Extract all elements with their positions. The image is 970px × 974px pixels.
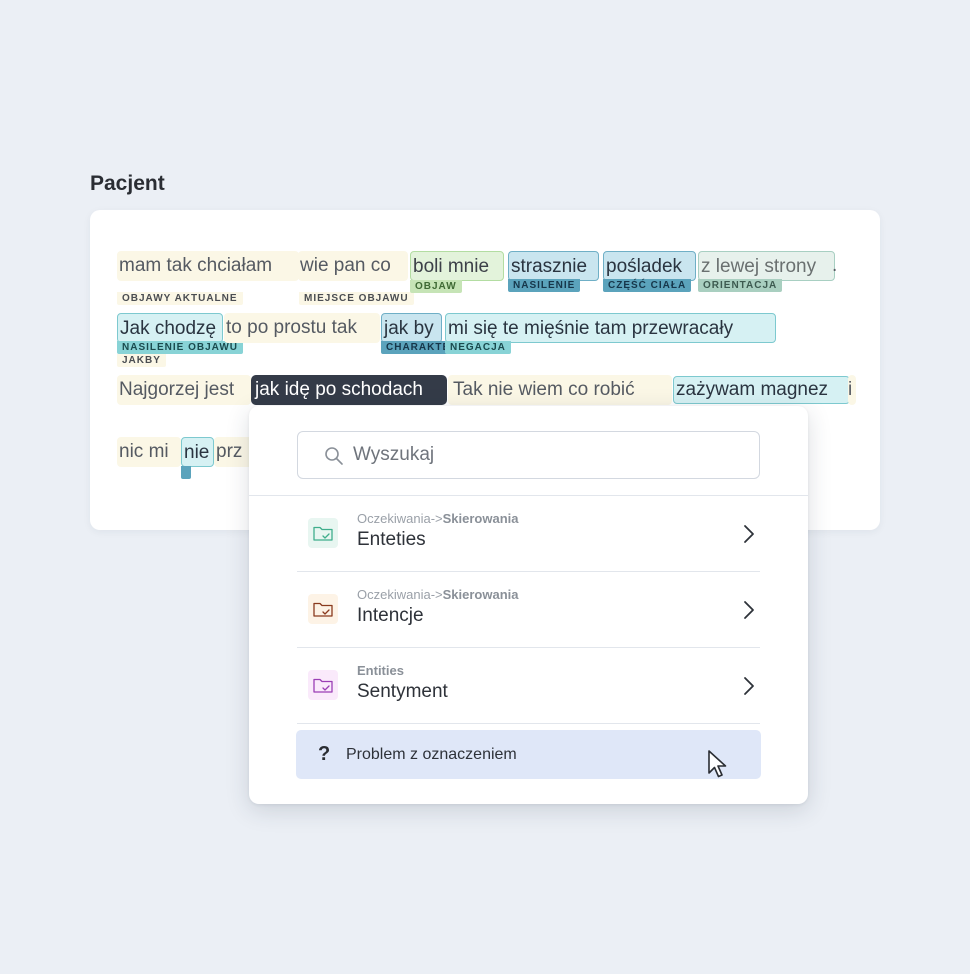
token-jak-by[interactable]: jak by: [381, 313, 442, 343]
token-nie[interactable]: nie: [181, 437, 214, 467]
folder-check-icon: [308, 594, 338, 624]
token-z-lewej-strony[interactable]: z lewej strony: [698, 251, 835, 281]
label-nasilenie-objawu: JAKBY: [117, 354, 166, 367]
item-name: Enteties: [357, 529, 426, 550]
label-objawy-aktualne: OBJAWY AKTUALNE: [117, 292, 243, 305]
token-mi-sie-te-miesnie[interactable]: mi się te mięśnie tam przewracały: [445, 313, 776, 343]
token-mam-tak-chcialam[interactable]: mam tak chciałam: [117, 251, 299, 281]
token-najgorzej-jest[interactable]: Najgorzej jest: [117, 375, 251, 405]
token-nic-mi[interactable]: nic mi: [117, 437, 181, 467]
label-objaw: OBJAW: [410, 280, 462, 293]
item-name: Sentyment: [357, 681, 448, 702]
token-boli-mnie[interactable]: boli mnie: [410, 251, 504, 281]
token-i[interactable]: i: [848, 375, 856, 405]
token-jak-chodze[interactable]: Jak chodzę: [117, 313, 223, 343]
label-miejsce-objawu: MIEJSCE OBJAWU: [299, 292, 414, 305]
label-czynnosc: NASILENIE OBJAWU: [117, 341, 244, 354]
dropdown-item-enteties[interactable]: Oczekiwania->Skierowania Enteties: [297, 496, 760, 571]
section-title: Pacjent: [90, 172, 165, 195]
label-negacja: [181, 466, 191, 479]
token-to-po-prostu-tak[interactable]: to po prostu tak: [224, 313, 380, 343]
search-placeholder[interactable]: Wyszukaj: [353, 432, 434, 478]
chevron-right-icon: [744, 677, 754, 695]
dropdown-item-intencje[interactable]: Oczekiwania->Skierowania Intencje: [297, 572, 760, 647]
mouse-cursor-icon: [708, 750, 727, 778]
label-orientacja: ORIENTACJA: [698, 279, 783, 292]
search-icon: [325, 447, 343, 465]
question-icon: ?: [318, 743, 331, 765]
problem-button[interactable]: ? Problem z oznaczeniem: [296, 730, 761, 779]
divider: [297, 723, 760, 724]
label-nasilenie: NASILENIE: [508, 279, 581, 292]
token-strasznie[interactable]: strasznie: [508, 251, 599, 281]
token-period: .: [832, 255, 838, 276]
dropdown-item-sentyment[interactable]: Entities Sentyment: [297, 648, 760, 723]
token-posladek[interactable]: pośladek: [603, 251, 696, 281]
label-charakter: NEGACJA: [445, 341, 511, 354]
token-tak-nie-wiem-co-robic[interactable]: Tak nie wiem co robić: [448, 375, 672, 405]
entity-dropdown: Wyszukaj Oczekiwania->Skierowania Enteti…: [249, 406, 808, 804]
label-czesc-ciala: CZĘŚĆ CIAŁA: [603, 279, 692, 292]
folder-check-icon: [308, 518, 338, 548]
search-box[interactable]: Wyszukaj: [297, 431, 760, 479]
token-prz[interactable]: prz: [214, 437, 254, 467]
item-name: Intencje: [357, 605, 424, 626]
chevron-right-icon: [744, 601, 754, 619]
item-path: Entities: [357, 663, 404, 678]
token-jak-ide-po-schodach[interactable]: jak idę po schodach: [251, 375, 447, 405]
token-wie-pan-co[interactable]: wie pan co: [298, 251, 408, 281]
folder-check-icon: [308, 670, 338, 700]
chevron-right-icon: [744, 525, 754, 543]
item-path: Oczekiwania->Skierowania: [357, 511, 519, 526]
problem-label: Problem z oznaczeniem: [346, 746, 517, 763]
item-path: Oczekiwania->Skierowania: [357, 587, 519, 602]
token-zazywam-magnez[interactable]: zażywam magnez: [673, 376, 850, 404]
